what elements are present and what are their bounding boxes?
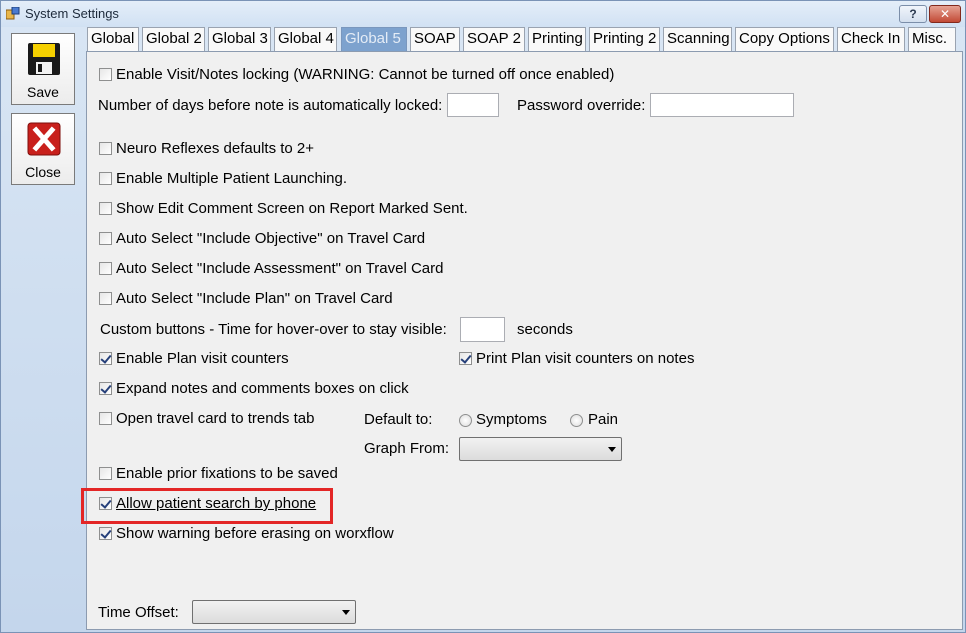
edit-comment-checkbox[interactable]	[99, 202, 112, 215]
tab-strip: Global Global 2 Global 3 Global 4 Global…	[87, 27, 963, 51]
save-button[interactable]: Save	[11, 33, 75, 105]
tab-global-5[interactable]: Global 5	[341, 27, 407, 51]
seconds-label: seconds	[517, 321, 573, 338]
time-offset-label: Time Offset:	[98, 604, 179, 621]
custom-buttons-label: Custom buttons - Time for hover-over to …	[100, 321, 447, 338]
travel-trends-label: Open travel card to trends tab	[116, 410, 315, 427]
red-x-icon	[27, 122, 61, 156]
include-plan-label: Auto Select "Include Plan" on Travel Car…	[116, 290, 393, 307]
days-before-lock-input[interactable]	[447, 93, 499, 117]
tab-global-2[interactable]: Global 2	[142, 27, 205, 51]
floppy-disk-icon	[28, 43, 60, 75]
graph-from-label: Graph From:	[364, 440, 450, 457]
system-settings-window: System Settings ? ✕ Save Close Global Gl…	[0, 0, 966, 633]
tab-printing[interactable]: Printing	[528, 27, 586, 51]
multi-patient-checkbox[interactable]	[99, 172, 112, 185]
expand-notes-checkbox[interactable]	[99, 382, 112, 395]
symptoms-radio-label: Symptoms	[476, 411, 547, 428]
tab-soap-2[interactable]: SOAP 2	[463, 27, 525, 51]
hover-time-input[interactable]	[460, 317, 505, 342]
window-close-button[interactable]: ✕	[929, 5, 961, 23]
include-assessment-checkbox[interactable]	[99, 262, 112, 275]
pain-radio[interactable]	[570, 414, 583, 427]
tab-scanning[interactable]: Scanning	[663, 27, 732, 51]
tab-global-3[interactable]: Global 3	[208, 27, 271, 51]
tab-check-in[interactable]: Check In	[837, 27, 905, 51]
prior-fixations-label: Enable prior fixations to be saved	[116, 465, 338, 482]
window-title: System Settings	[25, 6, 119, 21]
app-icon	[6, 7, 20, 20]
include-objective-label: Auto Select "Include Objective" on Trave…	[116, 230, 426, 247]
neuro-reflexes-checkbox[interactable]	[99, 142, 112, 155]
neuro-reflexes-label: Neuro Reflexes defaults to 2+	[116, 140, 315, 157]
erase-warning-checkbox[interactable]	[99, 527, 112, 540]
visit-locking-label: Enable Visit/Notes locking (WARNING: Can…	[116, 66, 615, 83]
visit-locking-checkbox[interactable]	[99, 68, 112, 81]
plan-counters-label: Enable Plan visit counters	[116, 350, 289, 367]
chevron-down-icon	[608, 447, 616, 452]
help-button[interactable]: ?	[899, 5, 927, 23]
tab-global-4[interactable]: Global 4	[274, 27, 337, 51]
title-bar: System Settings ? ✕	[1, 1, 965, 27]
multi-patient-label: Enable Multiple Patient Launching.	[116, 170, 347, 187]
graph-from-dropdown[interactable]	[459, 437, 622, 461]
include-assessment-label: Auto Select "Include Assessment" on Trav…	[116, 260, 444, 277]
edit-comment-label: Show Edit Comment Screen on Report Marke…	[116, 200, 468, 217]
erase-warning-label: Show warning before erasing on worxflow	[116, 525, 394, 542]
highlight-box	[81, 488, 333, 524]
pain-radio-label: Pain	[588, 411, 619, 428]
default-to-label: Default to:	[364, 411, 433, 428]
time-offset-dropdown[interactable]	[192, 600, 356, 624]
prior-fixations-checkbox[interactable]	[99, 467, 112, 480]
plan-counters-checkbox[interactable]	[99, 352, 112, 365]
global-5-panel	[86, 51, 963, 630]
save-button-label: Save	[27, 84, 59, 100]
include-objective-checkbox[interactable]	[99, 232, 112, 245]
tab-soap[interactable]: SOAP	[410, 27, 460, 51]
travel-trends-checkbox[interactable]	[99, 412, 112, 425]
print-plan-counters-label: Print Plan visit counters on notes	[476, 350, 695, 367]
close-button[interactable]: Close	[11, 113, 75, 185]
tab-global[interactable]: Global	[87, 27, 139, 51]
print-plan-counters-checkbox[interactable]	[459, 352, 472, 365]
tab-printing-2[interactable]: Printing 2	[589, 27, 660, 51]
password-override-input[interactable]	[650, 93, 794, 117]
tab-misc[interactable]: Misc.	[908, 27, 956, 51]
include-plan-checkbox[interactable]	[99, 292, 112, 305]
sidebar: Save Close	[1, 27, 84, 633]
chevron-down-icon	[342, 610, 350, 615]
close-button-label: Close	[25, 164, 61, 180]
password-override-label: Password override:	[517, 97, 646, 114]
tab-copy-options[interactable]: Copy Options	[735, 27, 834, 51]
expand-notes-label: Expand notes and comments boxes on click	[116, 380, 409, 397]
symptoms-radio[interactable]	[459, 414, 472, 427]
days-before-lock-label: Number of days before note is automatica…	[98, 97, 443, 114]
